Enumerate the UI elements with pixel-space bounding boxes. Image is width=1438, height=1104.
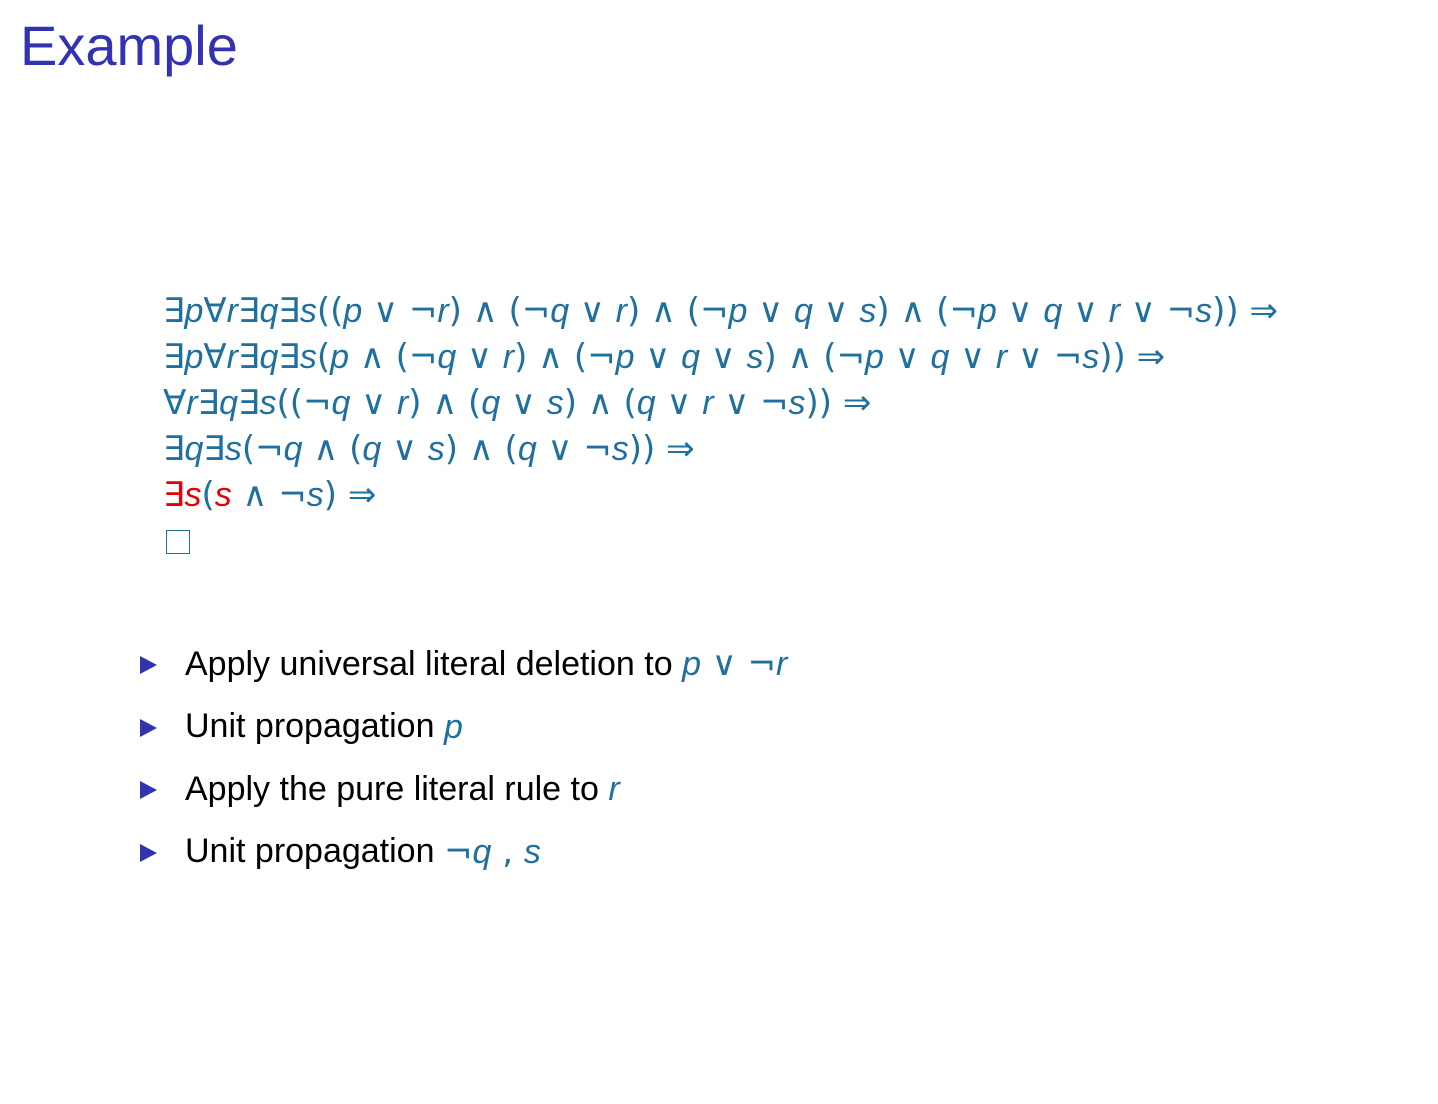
- triangle-bullet-icon: [140, 718, 157, 737]
- derivation-line-4: ∃q∃s(¬q ∧ (q ∨ s) ∧ (q ∨ ¬s)) ⇒: [163, 429, 695, 469]
- bullet-math: p ∨ ¬r: [682, 644, 788, 685]
- bullet-text: Unit propagation: [185, 832, 435, 871]
- derivation-line-5: ∃s(s ∧ ¬s) ⇒: [163, 475, 377, 515]
- bullet-item: Unit propagation p: [140, 696, 787, 759]
- bullet-math: ¬q , s: [443, 831, 541, 872]
- derivation-line-6: [163, 518, 1278, 564]
- bullet-math: p: [443, 707, 463, 746]
- triangle-bullet-icon: [140, 843, 157, 862]
- bullet-item: Apply the pure literal rule to r: [140, 758, 787, 821]
- bullet-text: Apply universal literal deletion to: [185, 644, 673, 683]
- triangle-bullet-icon: [140, 656, 157, 675]
- derivation-block: ∃p∀r∃q∃s((p ∨ ¬r) ∧ (¬q ∨ r) ∧ (¬p ∨ q ∨…: [163, 288, 1278, 564]
- bullet-math: r: [608, 770, 620, 809]
- derivation-line-3: ∀r∃q∃s((¬q ∨ r) ∧ (q ∨ s) ∧ (q ∨ r ∨ ¬s)…: [163, 383, 872, 423]
- derivation-line-1: ∃p∀r∃q∃s((p ∨ ¬r) ∧ (¬q ∨ r) ∧ (¬p ∨ q ∨…: [163, 291, 1278, 331]
- derivation-line-2: ∃p∀r∃q∃s(p ∧ (¬q ∨ r) ∧ (¬p ∨ q ∨ s) ∧ (…: [163, 337, 1166, 377]
- bullet-list: Apply universal literal deletion to p ∨ …: [140, 633, 787, 883]
- bullet-text: Apply the pure literal rule to: [185, 769, 599, 808]
- bullet-text: Unit propagation: [185, 707, 435, 746]
- qed-box-icon: [166, 530, 190, 554]
- slide-title: Example: [20, 14, 238, 77]
- triangle-bullet-icon: [140, 781, 157, 800]
- bullet-item: Unit propagation ¬q , s: [140, 821, 787, 884]
- bullet-item: Apply universal literal deletion to p ∨ …: [140, 633, 787, 696]
